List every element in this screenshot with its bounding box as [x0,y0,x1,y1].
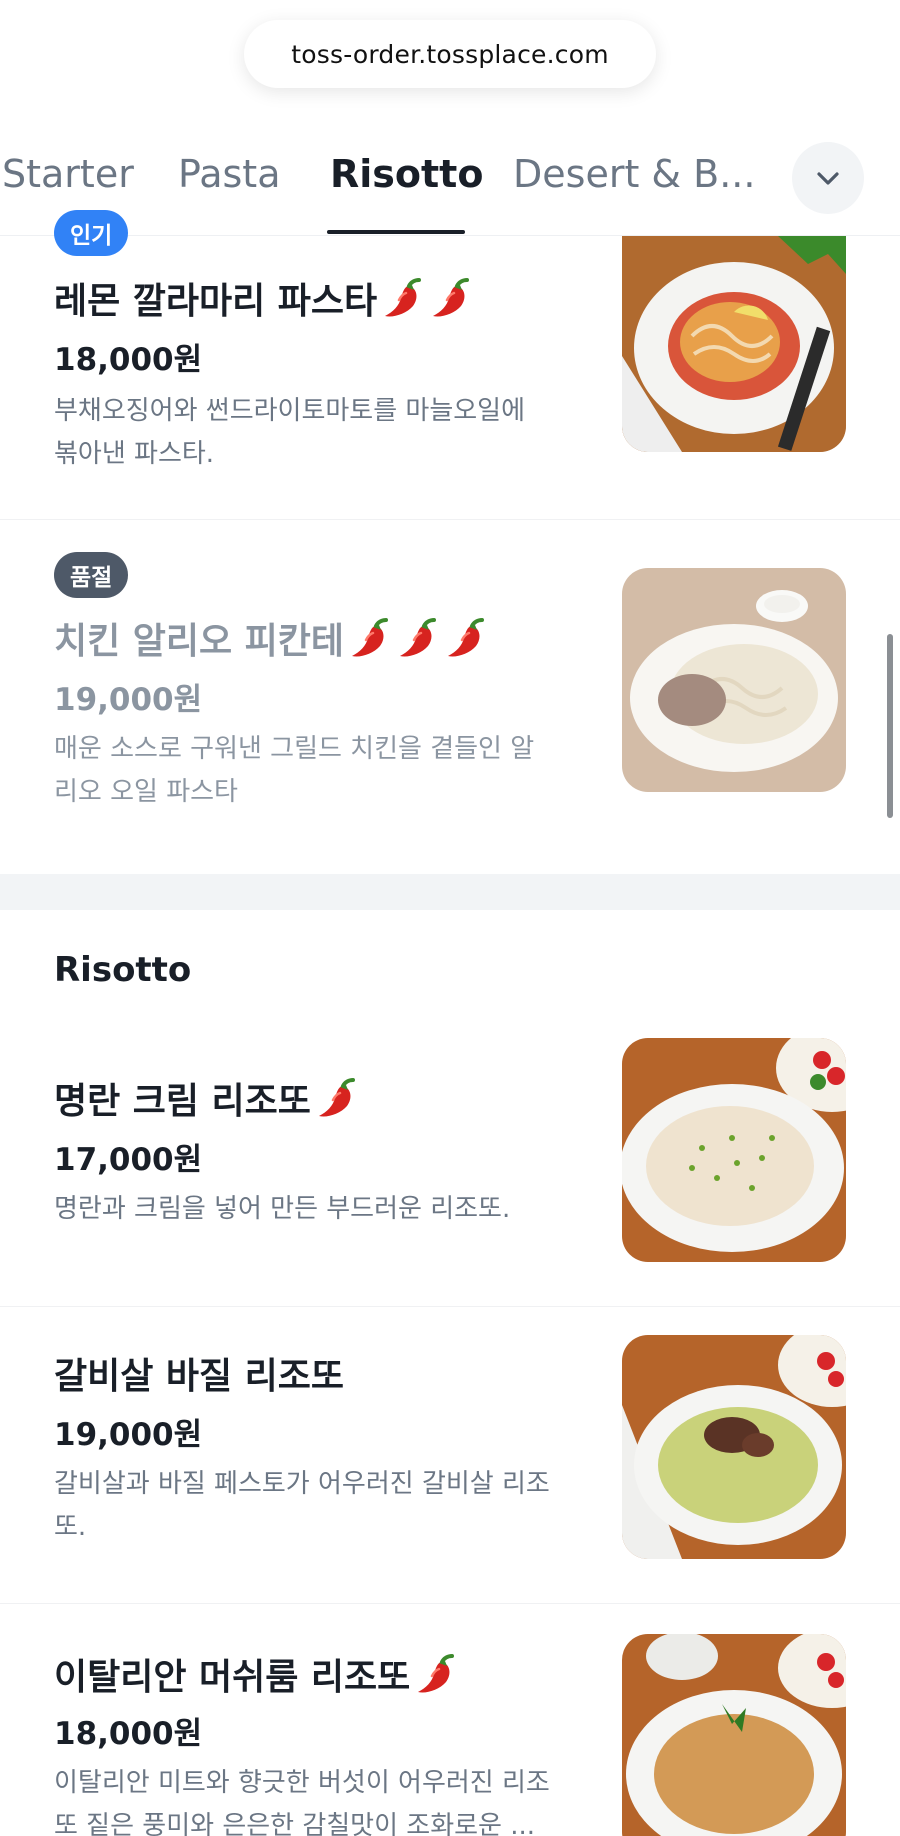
chili-pepper-icon [427,276,473,331]
item-description: 매운 소스로 구워낸 그릴드 치킨을 곁들인 알리오 오일 파스타 [54,734,535,807]
more-categories-button[interactable] [792,142,864,214]
menu-item[interactable]: 명란 크림 리조또 17,000원 명란과 크림을 넣어 만든 부드러운 리조또… [0,1010,900,1306]
item-name: 갈비살 바질 리조또 [54,1347,344,1399]
active-tab-indicator [327,230,465,234]
spice-level [344,617,488,662]
item-name-text: 이탈리안 머쉬룸 리조또 [54,1657,411,1698]
browser-top-bar: toss-order.tossplace.com [0,0,900,120]
menu-item[interactable]: 갈비살 바질 리조또 19,000원 갈비살과 바질 페스토가 어우러진 갈비살… [0,1307,900,1603]
item-name: 치킨 알리오 피칸테 [54,612,488,671]
spice-level [311,1077,359,1122]
category-tabs: Starter Pasta Risotto Desert & B... [0,120,900,236]
item-price: 18,000원 [54,342,203,378]
item-price: 19,000원 [54,682,203,718]
lemon-calamari-pasta-photo [622,236,846,452]
menu-item[interactable]: 품절 치킨 알리오 피칸테 19,000원 매운 소스로 구워낸 그릴드 치킨을… [0,520,900,874]
spice-level [377,277,473,322]
item-price: 17,000원 [54,1142,203,1178]
sold-out-badge: 품절 [54,552,129,598]
popular-badge: 인기 [54,210,129,256]
chili-pepper-icon [442,616,488,671]
item-name: 명란 크림 리조또 [54,1072,359,1131]
url-bar[interactable]: toss-order.tossplace.com [244,20,656,88]
item-name: 레몬 깔라마리 파스타 [54,272,473,331]
menu-item[interactable]: 이탈리안 머쉬룸 리조또 18,000원 이탈리안 미트와 향긋한 버섯이 어우… [0,1604,900,1836]
tab-starter[interactable]: Starter [2,152,134,196]
chili-pepper-icon [346,616,392,671]
tab-pasta[interactable]: Pasta [178,152,280,196]
section-separator [0,874,900,910]
chili-pepper-icon [412,1652,458,1707]
item-description: 명란과 크림을 넣어 만든 부드러운 리조또. [54,1194,511,1224]
item-name-text: 명란 크림 리조또 [54,1081,311,1122]
item-description: 갈비살과 바질 페스토가 어우러진 갈비살 리조또. [54,1469,550,1542]
item-price: 18,000원 [54,1716,203,1752]
spice-level [410,1653,458,1698]
chili-pepper-icon [394,616,440,671]
item-description: 이탈리안 미트와 향긋한 버섯이 어우러진 리조또 짙은 풍미와 은은한 감칠맛… [54,1768,550,1836]
item-name-text: 레몬 깔라마리 파스타 [54,281,378,322]
galbi-basil-risotto-photo [622,1335,846,1559]
item-price: 19,000원 [54,1417,203,1453]
chevron-down-icon [817,172,839,185]
tab-risotto[interactable]: Risotto [330,152,483,196]
section-title: Risotto [54,950,192,990]
item-description: 부채오징어와 썬드라이토마토를 마늘오일에 볶아낸 파스타. [54,396,526,469]
chili-pepper-icon [313,1076,359,1131]
chili-pepper-icon [379,276,425,331]
item-name: 이탈리안 머쉬룸 리조또 [54,1648,458,1707]
italian-mushroom-risotto-photo [622,1634,846,1836]
item-name-text: 갈비살 바질 리조또 [54,1356,345,1397]
tab-desert[interactable]: Desert & B... [513,152,755,196]
menu-item[interactable]: 인기 레몬 깔라마리 파스타 18,000원 부채오징어와 썬드라이토마토를 마… [0,210,900,520]
scrollbar[interactable] [887,634,893,818]
item-name-text: 치킨 알리오 피칸테 [54,621,345,662]
chicken-aglio-piccante-photo [622,568,846,792]
mentaiko-cream-risotto-photo [622,1038,846,1262]
